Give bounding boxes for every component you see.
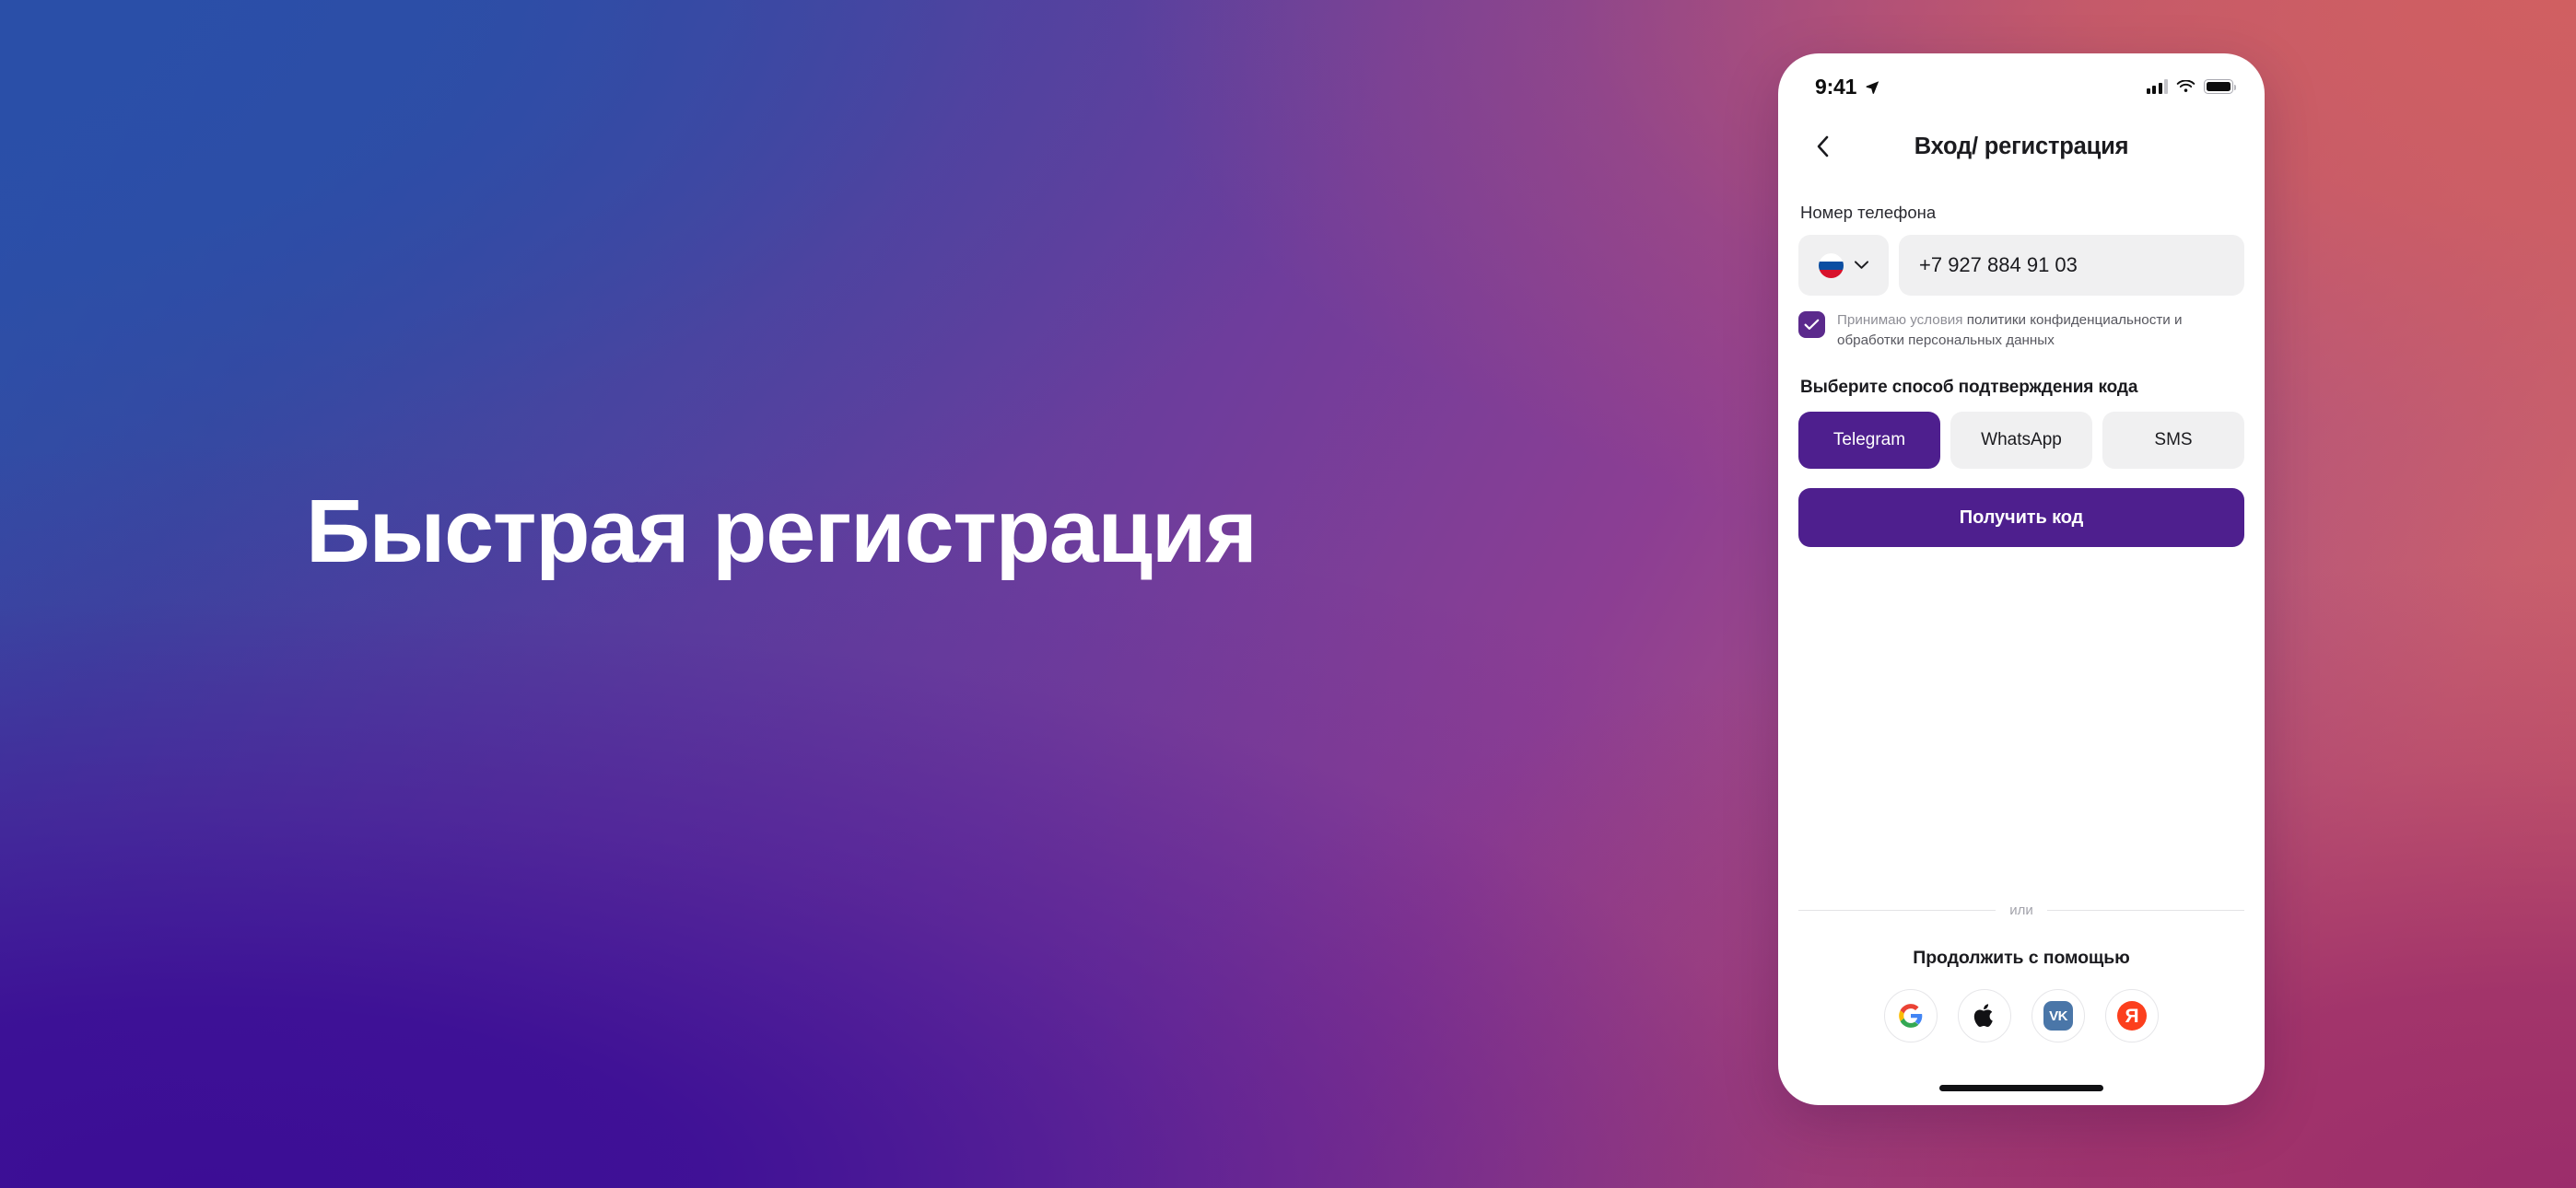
divider-label: или	[2009, 903, 2033, 918]
nav-bar: Вход/ регистрация	[1778, 111, 2265, 182]
screen-content: Номер телефона Принимаю условия политики…	[1778, 182, 2265, 1070]
cellular-signal-icon	[2146, 79, 2168, 94]
or-divider: или	[1798, 903, 2245, 918]
consent-text: Принимаю условия политики конфиденциальн…	[1837, 309, 2244, 350]
phone-input[interactable]	[1899, 235, 2244, 296]
phone-input-row	[1798, 235, 2244, 296]
social-login-yandex[interactable]: Я	[2105, 989, 2159, 1042]
consent-checkbox[interactable]	[1798, 311, 1825, 338]
social-login-apple[interactable]	[1958, 989, 2011, 1042]
status-bar-time: 9:41	[1815, 74, 1857, 99]
back-button[interactable]	[1804, 128, 1841, 165]
verification-method-group: Telegram WhatsApp SMS	[1798, 412, 2244, 470]
consent-prefix: Принимаю условия	[1837, 312, 1967, 328]
chevron-down-icon	[1854, 261, 1868, 269]
method-section-title: Выберите способ подтверждения кода	[1800, 378, 2138, 398]
status-bar-right	[2146, 79, 2237, 94]
country-select[interactable]	[1798, 235, 1889, 296]
social-login-vk[interactable]: VK	[2032, 989, 2085, 1042]
phone-mockup: 9:41 Вход/ регистрация Номер телефона +7…	[1778, 53, 2265, 1105]
wifi-icon	[2176, 79, 2195, 92]
chevron-left-icon	[1817, 135, 1829, 157]
method-telegram[interactable]: Telegram	[1798, 412, 1940, 470]
apple-icon	[1973, 1004, 1993, 1028]
method-sms[interactable]: SMS	[2102, 412, 2244, 470]
page-title: Вход/ регистрация	[1914, 133, 2129, 159]
checkmark-icon	[1804, 319, 1820, 330]
consent-row[interactable]: Принимаю условия политики конфиденциальн…	[1798, 309, 2244, 350]
status-bar-left: 9:41	[1815, 75, 1880, 99]
russia-flag-icon	[1818, 252, 1844, 278]
divider-rule-right	[2046, 910, 2245, 911]
phone-label: Номер телефона	[1800, 203, 1937, 222]
home-indicator	[1778, 1070, 2265, 1105]
status-bar: 9:41	[1778, 53, 2265, 111]
location-arrow-icon	[1866, 80, 1879, 94]
yandex-icon: Я	[2117, 1001, 2147, 1031]
vk-icon: VK	[2043, 1001, 2073, 1031]
method-whatsapp[interactable]: WhatsApp	[1950, 412, 2092, 470]
battery-full-icon	[2204, 79, 2237, 94]
social-login-group: VK Я	[1798, 989, 2244, 1042]
continue-with-title: Продолжить с помощью	[1913, 948, 2130, 968]
google-icon	[1899, 1004, 1923, 1028]
social-login-google[interactable]	[1884, 989, 1938, 1042]
divider-rule-left	[1798, 910, 1996, 911]
get-code-button[interactable]: Получить код	[1798, 488, 2244, 548]
page-headline: Быстрая регистрация	[306, 481, 1258, 581]
